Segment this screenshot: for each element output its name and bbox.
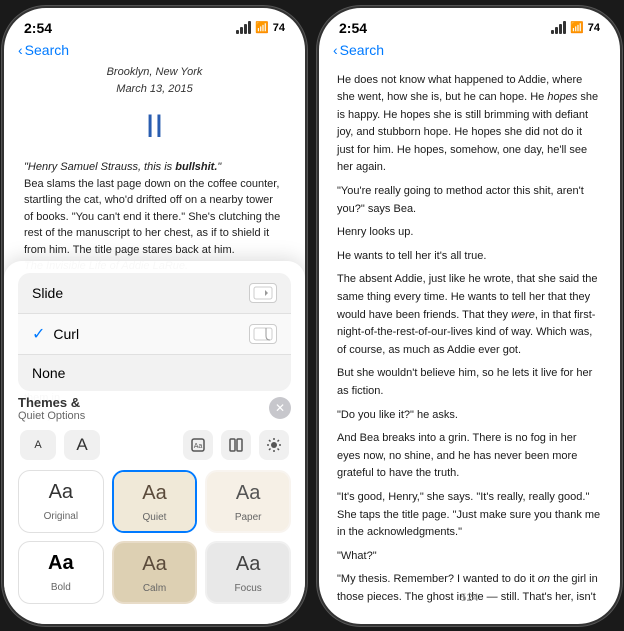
paragraph-9: "It's good, Henry," she says. "It's real…: [337, 489, 602, 542]
paragraph-4: He wants to tell her it's all true.: [337, 248, 602, 266]
right-phone: 2:54 📶 74 ‹ Search He: [317, 6, 622, 626]
close-overlay-button[interactable]: ✕: [269, 397, 291, 419]
right-back-button[interactable]: ‹ Search: [333, 42, 384, 58]
brightness-button[interactable]: [259, 430, 289, 460]
right-wifi-icon: 📶: [570, 21, 584, 34]
right-status-icons: 📶 74: [551, 21, 600, 34]
layout-button[interactable]: [221, 430, 251, 460]
theme-paper-label: Paper: [235, 512, 262, 523]
slide-label: Slide: [32, 285, 63, 301]
theme-quiet-label: Quiet: [143, 512, 167, 523]
none-label: None: [32, 365, 65, 381]
font-style-button[interactable]: Aa: [183, 430, 213, 460]
curl-icon: [249, 324, 277, 344]
chapter-number: II: [24, 102, 285, 152]
right-chevron-left-icon: ‹: [333, 42, 338, 58]
paragraph-8: And Bea breaks into a grin. There is no …: [337, 430, 602, 483]
book-location: Brooklyn, New York March 13, 2015: [24, 64, 285, 98]
paragraph-6: But she wouldn't believe him, so he lets…: [337, 365, 602, 400]
right-signal-icon: [551, 21, 566, 34]
theme-focus-aa: Aa: [215, 553, 281, 576]
theme-original-label: Original: [44, 511, 78, 522]
theme-focus-card[interactable]: Aa Focus: [205, 541, 291, 604]
theme-quiet-card[interactable]: Aa Quiet: [112, 470, 198, 533]
theme-original-card[interactable]: Aa Original: [18, 470, 104, 533]
slide-icon: [249, 283, 277, 303]
theme-quiet-aa: Aa: [122, 482, 188, 505]
theme-paper-card[interactable]: Aa Paper: [205, 470, 291, 533]
theme-original-aa: Aa: [27, 481, 95, 504]
paragraph-10: "What?": [337, 548, 602, 566]
paragraph-7: "Do you like it?" he asks.: [337, 407, 602, 425]
slide-option-curl[interactable]: ✓ Curl: [18, 314, 291, 355]
theme-bold-label: Bold: [51, 582, 71, 593]
paragraph-3: Henry looks up.: [337, 224, 602, 242]
theme-grid: Aa Original Aa Quiet Aa Paper: [18, 470, 291, 604]
paragraph-1: He does not know what happened to Addie,…: [337, 72, 602, 178]
paragraph-2: "You're really going to method actor thi…: [337, 183, 602, 218]
right-time: 2:54: [339, 20, 367, 36]
theme-bold-card[interactable]: Aa Bold: [18, 541, 104, 604]
check-icon: ✓: [32, 324, 45, 344]
chevron-left-icon: ‹: [18, 42, 23, 58]
paragraph-5: The absent Addie, just like he wrote, th…: [337, 271, 602, 359]
left-status-icons: 📶 74: [236, 21, 285, 34]
left-phone: 2:54 📶 74 ‹ Search: [2, 6, 307, 626]
themes-section: Themes & Quiet Options ✕ A A Aa: [4, 395, 305, 604]
right-status-bar: 2:54 📶 74: [319, 8, 620, 40]
slide-section: Slide ✓ Curl: [4, 273, 305, 391]
wifi-icon: 📶: [255, 21, 269, 34]
slide-options-list: Slide ✓ Curl: [18, 273, 291, 391]
theme-focus-label: Focus: [235, 583, 262, 594]
overlay-panel: Slide ✓ Curl: [4, 261, 305, 624]
theme-calm-label: Calm: [143, 583, 166, 594]
slide-option-slide[interactable]: Slide: [18, 273, 291, 314]
curl-label: Curl: [53, 326, 79, 342]
signal-icon: [236, 21, 251, 34]
battery-icon: 74: [273, 22, 285, 34]
right-battery-icon: 74: [588, 22, 600, 34]
theme-paper-aa: Aa: [215, 482, 281, 505]
theme-calm-aa: Aa: [122, 553, 188, 576]
theme-bold-aa: Aa: [27, 552, 95, 575]
page-number: 524: [460, 592, 478, 604]
svg-text:Aa: Aa: [194, 443, 203, 450]
left-nav-bar: ‹ Search: [4, 40, 305, 64]
font-decrease-button[interactable]: A: [20, 430, 56, 460]
left-time: 2:54: [24, 20, 52, 36]
right-nav-bar: ‹ Search: [319, 40, 620, 64]
left-back-button[interactable]: ‹ Search: [18, 42, 69, 58]
left-status-bar: 2:54 📶 74: [4, 8, 305, 40]
font-increase-button[interactable]: A: [64, 430, 100, 460]
themes-title: Themes &: [18, 395, 85, 410]
paragraph-11: "My thesis. Remember? I wanted to do it …: [337, 571, 602, 609]
reading-content: He does not know what happened to Addie,…: [319, 64, 620, 610]
theme-calm-card[interactable]: Aa Calm: [112, 541, 198, 604]
themes-header: Themes & Quiet Options ✕: [18, 395, 291, 422]
slide-option-none[interactable]: None: [18, 355, 291, 391]
quiet-option-label: Quiet Options: [18, 410, 85, 422]
font-controls-row: A A Aa: [18, 430, 291, 460]
